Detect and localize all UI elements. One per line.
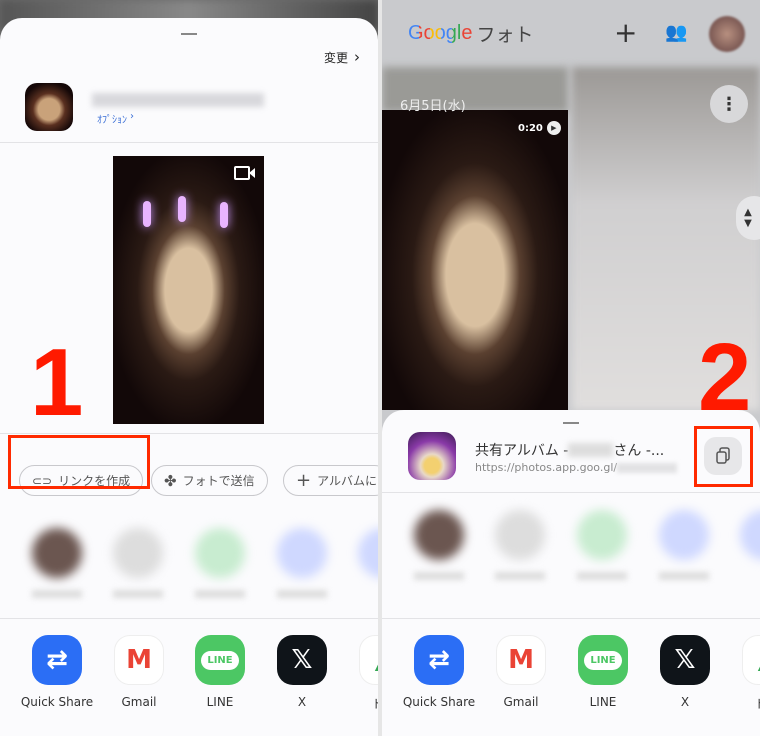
line-icon: LINE bbox=[195, 635, 245, 685]
drive-icon: ▲ bbox=[742, 635, 760, 685]
app-line[interactable]: LINE LINE bbox=[195, 635, 245, 709]
app-label: ドラ bbox=[371, 697, 378, 711]
plus-icon: + bbox=[296, 470, 312, 491]
app-header-title: Google フォト bbox=[408, 20, 534, 47]
google-photos-panel: Google フォト + 👥 6月5日(水) 0:20 ▶ ⋮ ▲ ▼ 2 共有ア… bbox=[382, 0, 760, 736]
contact-avatar[interactable] bbox=[358, 528, 378, 578]
contact-avatar[interactable] bbox=[277, 528, 327, 578]
drive-icon: ▲ bbox=[359, 635, 378, 685]
app-label: ドラ bbox=[722, 695, 760, 712]
date-label: 6月5日(水) bbox=[400, 99, 466, 114]
gmail-icon: M bbox=[114, 635, 164, 685]
share-url-text: https://photos.app.goo.gl/ bbox=[475, 461, 618, 474]
more-options-icon[interactable]: ⋮ bbox=[710, 85, 748, 123]
blurred-url bbox=[617, 462, 678, 473]
app-line[interactable]: LINE LINE bbox=[578, 635, 628, 709]
app-label: Quick Share bbox=[20, 695, 94, 709]
candle bbox=[143, 201, 151, 227]
contact-name bbox=[277, 590, 327, 598]
app-label: Gmail bbox=[121, 695, 157, 709]
chip-label: フォトで送信 bbox=[182, 474, 255, 488]
app-quick-share[interactable]: ⇄ Quick Share bbox=[403, 635, 475, 709]
options-link[interactable]: ｵﾌﾟｼｮﾝ › bbox=[97, 111, 134, 126]
chip-label: アルバムに bbox=[317, 474, 377, 488]
highlight-box bbox=[8, 435, 150, 489]
step-number-label: 1 bbox=[30, 329, 84, 436]
x-icon: 𝕏 bbox=[660, 635, 710, 685]
scroll-handle[interactable]: ▲ ▼ bbox=[736, 196, 760, 240]
divider bbox=[0, 618, 378, 619]
contact-avatar[interactable] bbox=[659, 510, 709, 560]
app-gmail[interactable]: M Gmail bbox=[114, 635, 164, 709]
pinwheel-icon: ✤ bbox=[164, 471, 177, 490]
change-label: 変更 bbox=[323, 50, 348, 65]
contact-name bbox=[577, 572, 627, 580]
video-duration-badge: 0:20 ▶ bbox=[518, 121, 561, 135]
contact-avatar[interactable] bbox=[195, 528, 245, 578]
app-label: LINE bbox=[589, 695, 617, 709]
drag-handle[interactable] bbox=[563, 422, 579, 424]
media-thumbnail bbox=[25, 83, 73, 131]
gmail-icon: M bbox=[496, 635, 546, 685]
candle bbox=[220, 202, 228, 228]
add-to-album-chip[interactable]: + アルバムに bbox=[283, 465, 378, 496]
contact-avatar[interactable] bbox=[740, 510, 760, 560]
app-label: LINE bbox=[206, 695, 234, 709]
x-icon: 𝕏 bbox=[277, 635, 327, 685]
divider bbox=[0, 142, 378, 143]
divider bbox=[382, 492, 760, 493]
highlight-box bbox=[694, 426, 753, 487]
duration-label: 0:20 bbox=[518, 122, 543, 134]
app-x[interactable]: 𝕏 X bbox=[660, 635, 710, 709]
app-label: Gmail bbox=[503, 695, 539, 709]
change-button[interactable]: 変更 › bbox=[324, 48, 360, 66]
contact-name bbox=[495, 572, 545, 580]
line-icon: LINE bbox=[578, 635, 628, 685]
app-x[interactable]: 𝕏 X bbox=[277, 635, 327, 709]
file-name-blurred bbox=[92, 93, 264, 107]
contact-name bbox=[113, 590, 163, 598]
account-avatar[interactable] bbox=[709, 16, 745, 52]
blurred-name bbox=[568, 443, 614, 457]
contact-avatar[interactable] bbox=[32, 528, 82, 578]
drag-handle[interactable] bbox=[181, 33, 197, 35]
app-quick-share[interactable]: ⇄ Quick Share bbox=[21, 635, 93, 709]
share-title-prefix: 共有アルバム - bbox=[475, 443, 569, 459]
contact-name bbox=[195, 590, 245, 598]
add-icon[interactable]: + bbox=[614, 16, 637, 49]
contact-avatar[interactable] bbox=[495, 510, 545, 560]
options-label: ｵﾌﾟｼｮﾝ bbox=[97, 115, 127, 126]
video-tile[interactable] bbox=[382, 110, 568, 410]
quick-share-icon: ⇄ bbox=[32, 635, 82, 685]
album-thumbnail bbox=[408, 432, 456, 480]
share-title: 共有アルバム - さん -... bbox=[475, 440, 664, 460]
play-icon: ▶ bbox=[546, 121, 561, 135]
video-preview[interactable] bbox=[113, 156, 264, 424]
app-drive[interactable]: ▲ ドラ bbox=[742, 635, 760, 711]
app-label: X bbox=[680, 695, 690, 709]
video-camera-icon bbox=[234, 165, 256, 181]
contact-name bbox=[414, 572, 464, 580]
app-drive[interactable]: ▲ ドラ bbox=[359, 635, 378, 711]
google-logo: Google bbox=[408, 22, 473, 44]
share-sheet-panel: 変更 › ｵﾌﾟｼｮﾝ› ⊂⊃リンクを作成 ✤フォトで送信 +アルバムに bbox=[0, 0, 378, 736]
contact-avatar[interactable] bbox=[414, 510, 464, 560]
contact-avatar[interactable] bbox=[113, 528, 163, 578]
quick-share-icon: ⇄ bbox=[414, 635, 464, 685]
send-in-photos-chip[interactable]: ✤ フォトで送信 bbox=[151, 465, 268, 496]
divider bbox=[382, 618, 760, 619]
sharing-people-icon[interactable]: 👥 bbox=[665, 22, 687, 43]
contact-avatar[interactable] bbox=[577, 510, 627, 560]
app-label: X bbox=[297, 695, 307, 709]
app-gmail[interactable]: M Gmail bbox=[496, 635, 546, 709]
contact-name bbox=[32, 590, 82, 598]
share-url: https://photos.app.goo.gl/ bbox=[475, 461, 678, 474]
app-title: フォト bbox=[476, 24, 534, 46]
chevron-right-icon: › bbox=[354, 48, 360, 66]
candle bbox=[178, 196, 186, 222]
contact-name bbox=[659, 572, 709, 580]
chevron-right-icon: › bbox=[130, 111, 134, 122]
share-title-suffix: さん -... bbox=[613, 443, 665, 459]
app-label: Quick Share bbox=[402, 695, 476, 709]
